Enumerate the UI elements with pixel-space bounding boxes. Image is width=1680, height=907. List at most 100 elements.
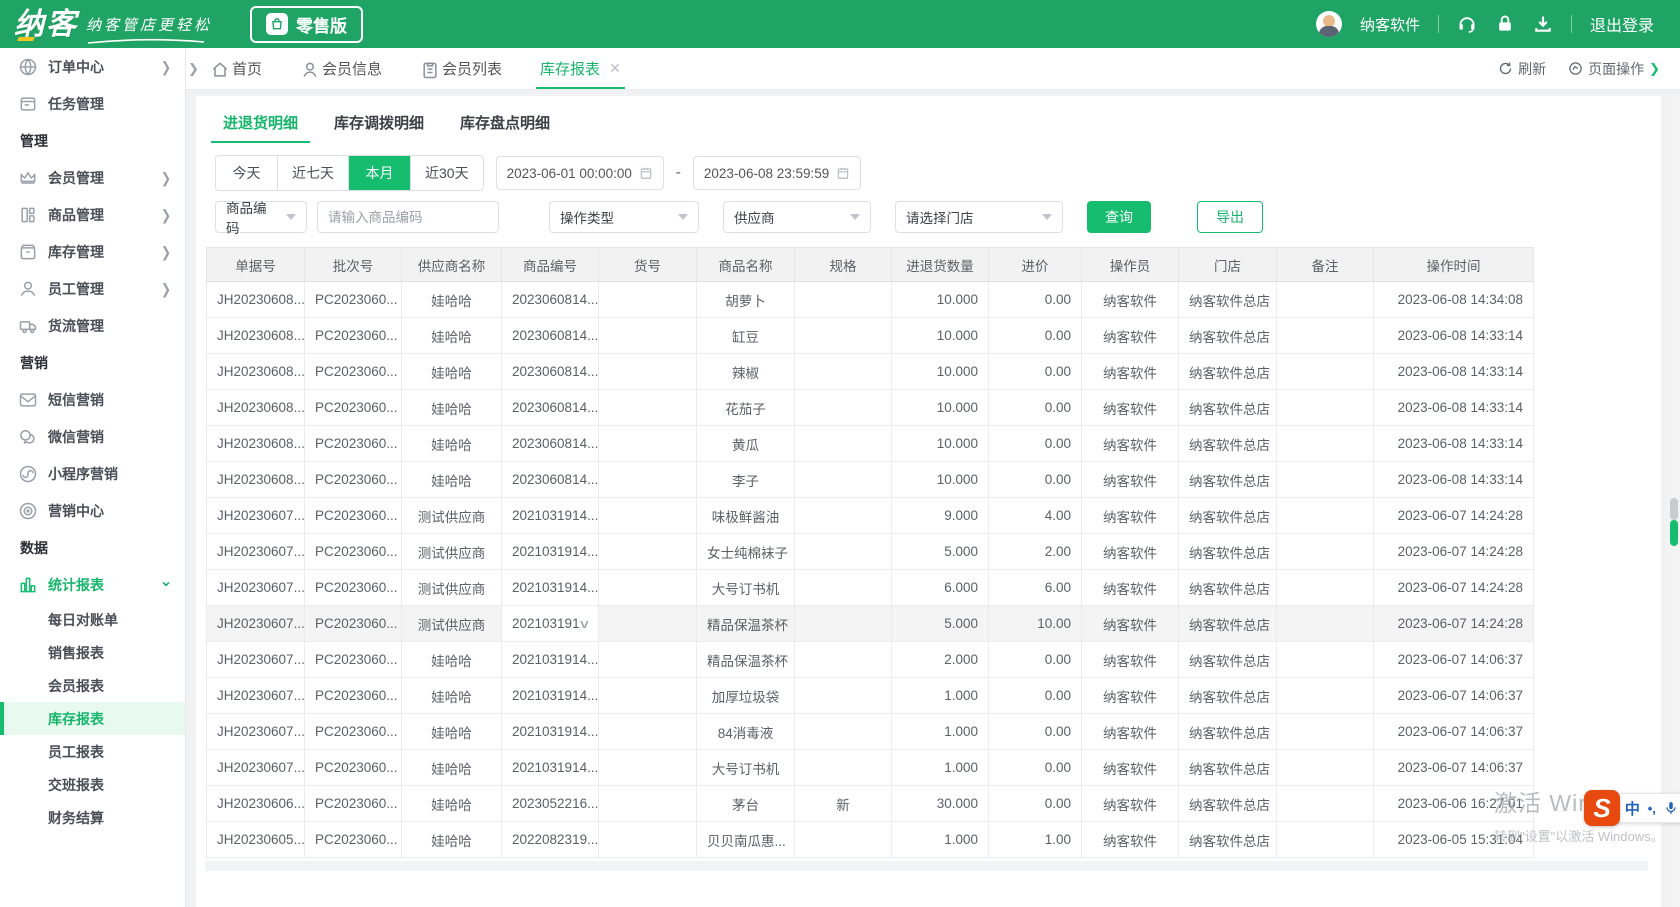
table-cell xyxy=(795,822,892,858)
sidebar-subitem[interactable]: 员工报表 xyxy=(0,735,185,768)
export-button[interactable]: 导出 xyxy=(1197,201,1263,233)
download-icon[interactable] xyxy=(1533,14,1553,34)
table-cell: 纳客软件 xyxy=(1082,354,1179,390)
table-row[interactable]: JH20230605...PC2023060...娃哈哈2022082319..… xyxy=(207,822,1534,858)
table-cell xyxy=(795,606,892,642)
table-row[interactable]: JH20230607...PC2023060...娃哈哈2021031914..… xyxy=(207,678,1534,714)
sidebar-item[interactable]: 任务管理 xyxy=(0,85,185,122)
sidebar-subitem[interactable]: 会员报表 xyxy=(0,669,185,702)
sidebar-item[interactable]: 员工管理❯ xyxy=(0,270,185,307)
sidebar-item[interactable]: 统计报表⌄ xyxy=(0,566,185,603)
table-cell xyxy=(795,462,892,498)
table-cell: 6.00 xyxy=(989,570,1082,606)
sidebar-item[interactable]: 微信营销 xyxy=(0,418,185,455)
page-operations-button[interactable]: 页面操作 ❯ xyxy=(1568,59,1660,79)
table-row[interactable]: JH20230608...PC2023060...娃哈哈2023060814..… xyxy=(207,426,1534,462)
table-cell xyxy=(1277,642,1374,678)
gutter-right xyxy=(1661,96,1668,907)
table-cell: JH20230605... xyxy=(207,822,305,858)
table-cell xyxy=(1277,426,1374,462)
table-cell: 娃哈哈 xyxy=(402,822,502,858)
vertical-scrollbar[interactable] xyxy=(1668,96,1680,907)
operation-type-select[interactable]: 操作类型 xyxy=(549,201,699,233)
sidebar-item[interactable]: 商品管理❯ xyxy=(0,196,185,233)
table-cell: 娃哈哈 xyxy=(402,390,502,426)
close-tab-icon[interactable]: ✕ xyxy=(609,60,621,77)
sidebar-item-label: 微信营销 xyxy=(48,427,104,447)
support-headset-icon[interactable] xyxy=(1457,14,1477,34)
logout-button[interactable]: 退出登录 xyxy=(1590,12,1654,36)
table-row[interactable]: JH20230608...PC2023060...娃哈哈2023060814..… xyxy=(207,462,1534,498)
sogou-ime-logo[interactable]: S xyxy=(1584,790,1620,826)
sidebar-item[interactable]: 营销中心 xyxy=(0,492,185,529)
ime-punctuation-toggle[interactable]: •, xyxy=(1648,801,1656,816)
table-cell: PC2023060... xyxy=(305,822,402,858)
quick-range-button[interactable]: 今天 xyxy=(216,156,278,190)
date-to-input[interactable]: 2023-06-08 23:59:59 xyxy=(693,156,861,190)
refresh-button[interactable]: 刷新 xyxy=(1498,59,1546,79)
table-cell: 6.000 xyxy=(892,570,989,606)
sidebar-subitem[interactable]: 财务结算 xyxy=(0,801,185,834)
table-cell: 纳客软件总店 xyxy=(1179,822,1277,858)
table-cell: 花茄子 xyxy=(697,390,795,426)
sidebar-item[interactable]: 订单中心❯ xyxy=(0,48,185,85)
table-cell: 娃哈哈 xyxy=(402,678,502,714)
microphone-icon[interactable] xyxy=(1664,800,1678,816)
table-cell: 10.00 xyxy=(989,606,1082,642)
table-cell: 2023052216... xyxy=(502,786,599,822)
report-tab[interactable]: 进退货明细 xyxy=(223,112,298,143)
table-row[interactable]: JH20230608...PC2023060...娃哈哈2023060814..… xyxy=(207,282,1534,318)
sidebar-item-label: 短信营销 xyxy=(48,390,104,410)
lock-icon[interactable] xyxy=(1495,14,1515,34)
sidebar-subitem[interactable]: 库存报表 xyxy=(0,702,185,735)
date-from-input[interactable]: 2023-06-01 00:00:00 xyxy=(496,156,664,190)
table-row[interactable]: JH20230607...PC2023060...娃哈哈2021031914..… xyxy=(207,642,1534,678)
open-tab[interactable]: 会员列表 xyxy=(420,48,502,89)
code-search-input[interactable] xyxy=(317,201,499,233)
sidebar-subitem[interactable]: 交班报表 xyxy=(0,768,185,801)
expand-chevron-icon[interactable]: ∨ xyxy=(578,617,590,631)
supplier-select[interactable]: 供应商 xyxy=(723,201,871,233)
sidebar-subitem[interactable]: 每日对账单 xyxy=(0,603,185,636)
sidebar-item[interactable]: 库存管理❯ xyxy=(0,233,185,270)
search-button[interactable]: 查询 xyxy=(1087,201,1151,233)
truck-icon xyxy=(18,316,38,336)
table-cell: PC2023060... xyxy=(305,678,402,714)
quick-range-button[interactable]: 近七天 xyxy=(278,156,349,190)
quick-range-button[interactable]: 近30天 xyxy=(411,156,483,190)
open-tab[interactable]: 首页 xyxy=(210,48,262,89)
gutter-left xyxy=(186,96,196,907)
ime-language-toggle[interactable]: 中 xyxy=(1625,798,1640,819)
sidebar-item[interactable]: 会员管理❯ xyxy=(0,159,185,196)
report-tab[interactable]: 库存调拨明细 xyxy=(334,112,424,143)
quick-range-button[interactable]: 本月 xyxy=(349,156,411,190)
sidebar-item[interactable]: 小程序营销 xyxy=(0,455,185,492)
horizontal-scrollbar[interactable] xyxy=(205,861,1648,871)
report-tab[interactable]: 库存盘点明细 xyxy=(460,112,550,143)
table-cell: 0.00 xyxy=(989,390,1082,426)
avatar[interactable] xyxy=(1316,11,1342,37)
sidebar-collapse-chevron-icon[interactable]: ❯ xyxy=(188,61,199,77)
table-row[interactable]: JH20230607...PC2023060...测试供应商2021031914… xyxy=(207,534,1534,570)
code-type-select[interactable]: 商品编码 xyxy=(215,201,307,233)
table-row[interactable]: JH20230607...PC2023060...娃哈哈2021031914..… xyxy=(207,750,1534,786)
table-row[interactable]: JH20230606...PC2023060...娃哈哈2023052216..… xyxy=(207,786,1534,822)
table-row[interactable]: JH20230607...PC2023060...娃哈哈2021031914..… xyxy=(207,714,1534,750)
sidebar-subitem[interactable]: 销售报表 xyxy=(0,636,185,669)
table-row[interactable]: JH20230607...PC2023060...测试供应商2021031914… xyxy=(207,570,1534,606)
table-row[interactable]: JH20230608...PC2023060...娃哈哈2023060814..… xyxy=(207,318,1534,354)
store-select[interactable]: 请选择门店 xyxy=(895,201,1063,233)
scrollbar-thumb-green[interactable] xyxy=(1670,520,1678,546)
open-tab[interactable]: 会员信息 xyxy=(300,48,382,89)
table-cell: 大号订书机 xyxy=(697,750,795,786)
sidebar-item[interactable]: 短信营销 xyxy=(0,381,185,418)
table-row[interactable]: JH20230608...PC2023060...娃哈哈2023060814..… xyxy=(207,354,1534,390)
open-tab[interactable]: 库存报表✕ xyxy=(540,48,621,89)
table-cell: PC2023060... xyxy=(305,462,402,498)
sidebar-item-label: 货流管理 xyxy=(48,316,104,336)
table-row[interactable]: JH20230608...PC2023060...娃哈哈2023060814..… xyxy=(207,390,1534,426)
sidebar-item[interactable]: 货流管理 xyxy=(0,307,185,344)
table-row[interactable]: JH20230607...PC2023060...测试供应商2021031914… xyxy=(207,498,1534,534)
table-row[interactable]: JH20230607...PC2023060...测试供应商202103191∨… xyxy=(207,606,1534,642)
scrollbar-thumb[interactable] xyxy=(1670,498,1678,520)
